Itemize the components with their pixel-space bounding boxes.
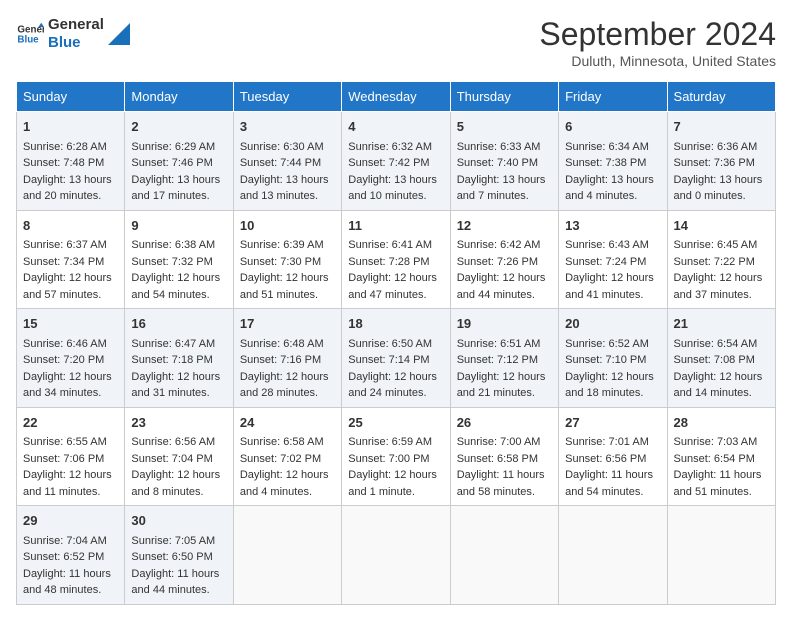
calendar-cell: 9Sunrise: 6:38 AMSunset: 7:32 PMDaylight… bbox=[125, 210, 233, 309]
calendar-cell: 22Sunrise: 6:55 AMSunset: 7:06 PMDayligh… bbox=[17, 407, 125, 506]
day-header-thursday: Thursday bbox=[450, 82, 558, 112]
calendar-cell: 6Sunrise: 6:34 AMSunset: 7:38 PMDaylight… bbox=[559, 112, 667, 211]
calendar-cell: 12Sunrise: 6:42 AMSunset: 7:26 PMDayligh… bbox=[450, 210, 558, 309]
day-number: 24 bbox=[240, 413, 335, 433]
day-number: 25 bbox=[348, 413, 443, 433]
day-number: 21 bbox=[674, 314, 769, 334]
calendar-cell: 14Sunrise: 6:45 AMSunset: 7:22 PMDayligh… bbox=[667, 210, 775, 309]
day-number: 29 bbox=[23, 511, 118, 531]
day-number: 2 bbox=[131, 117, 226, 137]
day-number: 9 bbox=[131, 216, 226, 236]
calendar-cell: 24Sunrise: 6:58 AMSunset: 7:02 PMDayligh… bbox=[233, 407, 341, 506]
day-header-friday: Friday bbox=[559, 82, 667, 112]
logo-icon: General Blue bbox=[16, 20, 44, 48]
calendar-cell bbox=[559, 506, 667, 605]
calendar-cell: 11Sunrise: 6:41 AMSunset: 7:28 PMDayligh… bbox=[342, 210, 450, 309]
day-header-saturday: Saturday bbox=[667, 82, 775, 112]
week-row-5: 29Sunrise: 7:04 AMSunset: 6:52 PMDayligh… bbox=[17, 506, 776, 605]
day-number: 18 bbox=[348, 314, 443, 334]
svg-text:Blue: Blue bbox=[17, 34, 39, 45]
calendar-cell: 17Sunrise: 6:48 AMSunset: 7:16 PMDayligh… bbox=[233, 309, 341, 408]
calendar-cell: 10Sunrise: 6:39 AMSunset: 7:30 PMDayligh… bbox=[233, 210, 341, 309]
logo-general: General bbox=[48, 16, 104, 34]
day-number: 19 bbox=[457, 314, 552, 334]
logo-triangle-icon bbox=[108, 23, 130, 45]
calendar-cell: 21Sunrise: 6:54 AMSunset: 7:08 PMDayligh… bbox=[667, 309, 775, 408]
calendar-cell: 19Sunrise: 6:51 AMSunset: 7:12 PMDayligh… bbox=[450, 309, 558, 408]
calendar-cell: 8Sunrise: 6:37 AMSunset: 7:34 PMDaylight… bbox=[17, 210, 125, 309]
days-header-row: SundayMondayTuesdayWednesdayThursdayFrid… bbox=[17, 82, 776, 112]
calendar-cell: 4Sunrise: 6:32 AMSunset: 7:42 PMDaylight… bbox=[342, 112, 450, 211]
calendar-cell: 29Sunrise: 7:04 AMSunset: 6:52 PMDayligh… bbox=[17, 506, 125, 605]
day-number: 6 bbox=[565, 117, 660, 137]
day-number: 7 bbox=[674, 117, 769, 137]
day-number: 22 bbox=[23, 413, 118, 433]
title-area: September 2024 Duluth, Minnesota, United… bbox=[539, 16, 776, 69]
week-row-3: 15Sunrise: 6:46 AMSunset: 7:20 PMDayligh… bbox=[17, 309, 776, 408]
week-row-2: 8Sunrise: 6:37 AMSunset: 7:34 PMDaylight… bbox=[17, 210, 776, 309]
day-number: 11 bbox=[348, 216, 443, 236]
calendar-cell bbox=[450, 506, 558, 605]
day-number: 28 bbox=[674, 413, 769, 433]
calendar-cell: 27Sunrise: 7:01 AMSunset: 6:56 PMDayligh… bbox=[559, 407, 667, 506]
day-number: 5 bbox=[457, 117, 552, 137]
week-row-1: 1Sunrise: 6:28 AMSunset: 7:48 PMDaylight… bbox=[17, 112, 776, 211]
calendar-cell: 2Sunrise: 6:29 AMSunset: 7:46 PMDaylight… bbox=[125, 112, 233, 211]
calendar-cell: 5Sunrise: 6:33 AMSunset: 7:40 PMDaylight… bbox=[450, 112, 558, 211]
calendar-cell: 1Sunrise: 6:28 AMSunset: 7:48 PMDaylight… bbox=[17, 112, 125, 211]
calendar-cell: 7Sunrise: 6:36 AMSunset: 7:36 PMDaylight… bbox=[667, 112, 775, 211]
calendar-cell: 23Sunrise: 6:56 AMSunset: 7:04 PMDayligh… bbox=[125, 407, 233, 506]
day-number: 1 bbox=[23, 117, 118, 137]
day-number: 10 bbox=[240, 216, 335, 236]
calendar-cell bbox=[233, 506, 341, 605]
day-number: 15 bbox=[23, 314, 118, 334]
day-number: 16 bbox=[131, 314, 226, 334]
calendar-cell: 30Sunrise: 7:05 AMSunset: 6:50 PMDayligh… bbox=[125, 506, 233, 605]
calendar-cell: 15Sunrise: 6:46 AMSunset: 7:20 PMDayligh… bbox=[17, 309, 125, 408]
month-title: September 2024 bbox=[539, 16, 776, 53]
calendar-cell: 28Sunrise: 7:03 AMSunset: 6:54 PMDayligh… bbox=[667, 407, 775, 506]
day-header-tuesday: Tuesday bbox=[233, 82, 341, 112]
calendar-cell: 18Sunrise: 6:50 AMSunset: 7:14 PMDayligh… bbox=[342, 309, 450, 408]
day-number: 20 bbox=[565, 314, 660, 334]
day-header-sunday: Sunday bbox=[17, 82, 125, 112]
logo-blue: Blue bbox=[48, 34, 104, 52]
calendar-cell: 26Sunrise: 7:00 AMSunset: 6:58 PMDayligh… bbox=[450, 407, 558, 506]
day-header-wednesday: Wednesday bbox=[342, 82, 450, 112]
day-number: 27 bbox=[565, 413, 660, 433]
calendar-cell: 25Sunrise: 6:59 AMSunset: 7:00 PMDayligh… bbox=[342, 407, 450, 506]
logo: General Blue General Blue bbox=[16, 16, 130, 52]
day-number: 23 bbox=[131, 413, 226, 433]
location: Duluth, Minnesota, United States bbox=[539, 53, 776, 69]
day-number: 30 bbox=[131, 511, 226, 531]
day-header-monday: Monday bbox=[125, 82, 233, 112]
day-number: 3 bbox=[240, 117, 335, 137]
day-number: 8 bbox=[23, 216, 118, 236]
day-number: 26 bbox=[457, 413, 552, 433]
week-row-4: 22Sunrise: 6:55 AMSunset: 7:06 PMDayligh… bbox=[17, 407, 776, 506]
day-number: 14 bbox=[674, 216, 769, 236]
header: General Blue General Blue September 2024… bbox=[16, 16, 776, 69]
day-number: 17 bbox=[240, 314, 335, 334]
day-number: 12 bbox=[457, 216, 552, 236]
day-number: 13 bbox=[565, 216, 660, 236]
calendar-cell: 3Sunrise: 6:30 AMSunset: 7:44 PMDaylight… bbox=[233, 112, 341, 211]
calendar-cell bbox=[342, 506, 450, 605]
calendar-cell: 16Sunrise: 6:47 AMSunset: 7:18 PMDayligh… bbox=[125, 309, 233, 408]
day-number: 4 bbox=[348, 117, 443, 137]
calendar-cell: 20Sunrise: 6:52 AMSunset: 7:10 PMDayligh… bbox=[559, 309, 667, 408]
calendar-cell: 13Sunrise: 6:43 AMSunset: 7:24 PMDayligh… bbox=[559, 210, 667, 309]
calendar-table: SundayMondayTuesdayWednesdayThursdayFrid… bbox=[16, 81, 776, 605]
calendar-cell bbox=[667, 506, 775, 605]
